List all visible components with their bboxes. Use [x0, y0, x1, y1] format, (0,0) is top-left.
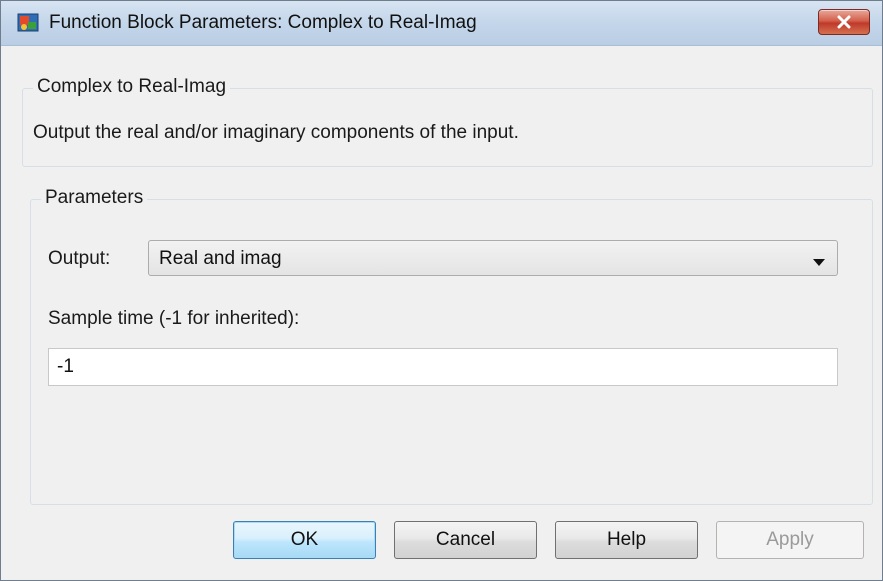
apply-button[interactable]: Apply: [716, 521, 864, 559]
description-group-title: Complex to Real-Imag: [33, 76, 231, 98]
output-label: Output:: [48, 248, 111, 269]
help-button[interactable]: Help: [555, 521, 698, 559]
window-title: Function Block Parameters: Complex to Re…: [49, 12, 477, 33]
output-selected-value: Real and imag: [159, 248, 282, 269]
description-group: Complex to Real-Imag Output the real and…: [22, 76, 873, 167]
sample-time-input[interactable]: [48, 348, 838, 386]
ok-button[interactable]: OK: [233, 521, 376, 559]
title-bar[interactable]: Function Block Parameters: Complex to Re…: [1, 1, 882, 46]
sample-time-label: Sample time (-1 for inherited):: [48, 308, 300, 329]
block-description: Output the real and/or imaginary compone…: [33, 122, 519, 143]
close-icon: [836, 15, 852, 29]
simulink-block-icon: [17, 13, 39, 33]
close-button[interactable]: [818, 9, 870, 35]
parameters-group-title: Parameters: [41, 187, 148, 209]
parameters-group: Parameters Output: Real and imag Sample …: [30, 187, 873, 505]
chevron-down-icon: [813, 254, 825, 266]
dialog-window: Function Block Parameters: Complex to Re…: [0, 0, 883, 581]
dialog-body: Complex to Real-Imag Output the real and…: [9, 57, 875, 579]
output-dropdown[interactable]: Real and imag: [148, 240, 838, 276]
cancel-button[interactable]: Cancel: [394, 521, 537, 559]
